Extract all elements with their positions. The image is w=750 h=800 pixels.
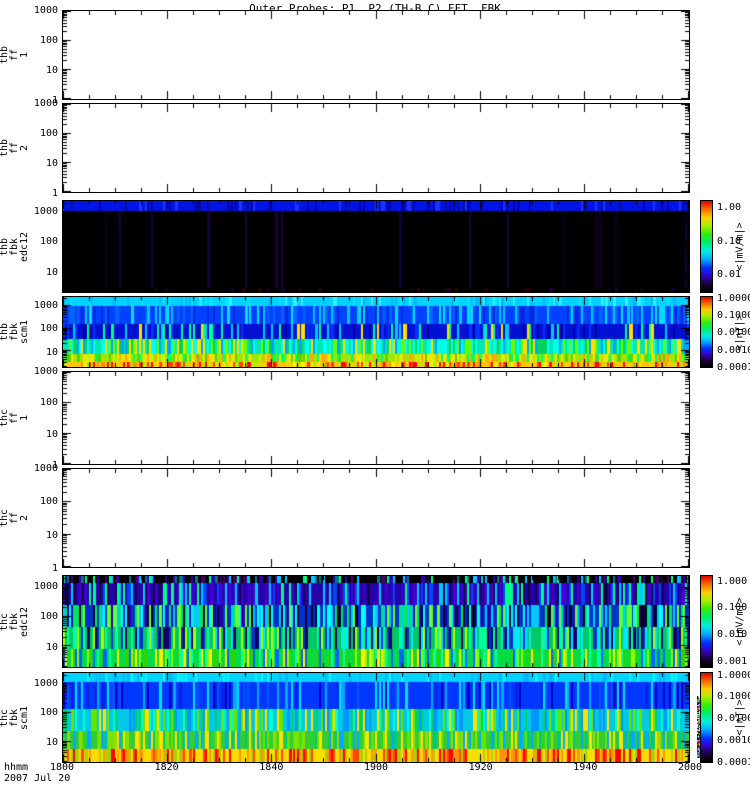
panel-canvas-thc_ff_2	[63, 469, 689, 567]
y-tick-label: 100	[39, 323, 58, 335]
y-tick-label: 100	[39, 707, 58, 719]
y-tick-label: 10	[45, 737, 58, 749]
y-tick-label: 1	[51, 188, 58, 199]
spectrogram-figure: Outer Probes: P1, P2 (TH-B,C) FFT, FBK h…	[0, 0, 750, 800]
colorbar-unit-thc_fbk_edc12: <|mV/m|>	[731, 575, 749, 668]
colorbar-unit-text: <|mV/m|>	[734, 222, 746, 271]
y-tick-label: 1000	[33, 677, 58, 689]
panel-label-thb_ff_1: thb ff 1	[0, 10, 30, 100]
colorbar-unit-text: <|nT|>	[734, 699, 746, 736]
x-axis-date-label: 2007 Jul 20	[4, 773, 71, 784]
x-tick-label: 1940	[573, 762, 598, 773]
panel-plot-thb_fbk_edc12	[62, 200, 690, 293]
y-tick-label: 100	[39, 496, 58, 508]
panel-canvas-thb_ff_1	[63, 11, 689, 99]
panel-canvas-thc_fbk_edc12	[63, 576, 689, 667]
y-tick-label: 10	[45, 428, 58, 440]
y-tick-label: 10	[45, 65, 58, 76]
panel-plot-thc_ff_1	[62, 371, 690, 465]
colorbar-unit-text: <|mV/m|>	[734, 597, 746, 646]
panel-canvas-thb_fbk_scm1	[63, 297, 689, 367]
panel-canvas-thc_fbk_scm1	[63, 673, 689, 762]
y-tick-label: 1000	[33, 580, 58, 592]
y-tick-label: 10	[45, 529, 58, 541]
colorbar-thc_fbk_scm1	[700, 672, 713, 763]
y-tick-label: 100	[39, 35, 58, 46]
y-tick-label: 100	[39, 397, 58, 409]
y-tick-label: 1000	[33, 366, 58, 377]
y-tick-label: 1000	[33, 98, 58, 109]
panel-plot-thc_ff_2	[62, 468, 690, 568]
panel-plot-thb_ff_2	[62, 103, 690, 193]
y-tick-label: 1000	[33, 5, 58, 16]
colorbar-thb_fbk_edc12	[700, 200, 713, 293]
y-tick-label: 10	[45, 266, 58, 278]
y-tick-label: 100	[39, 128, 58, 139]
colorbar-unit-thb_fbk_edc12: <|mV/m|>	[731, 200, 749, 293]
y-tick-label: 10	[45, 158, 58, 169]
panel-plot-thc_fbk_scm1	[62, 672, 690, 763]
panel-plot-thc_fbk_edc12	[62, 575, 690, 668]
colorbar-unit-text: <|nT|>	[734, 313, 746, 351]
y-tick-label: 10	[45, 346, 58, 358]
panel-label-thb_ff_2: thb ff 2	[0, 103, 30, 193]
y-tick-label: 10	[45, 641, 58, 653]
x-axis-unit-label: hhmm	[4, 762, 29, 773]
panel-label-text: thb ff 1	[0, 45, 30, 65]
panel-label-text: thc ff 1	[0, 408, 30, 428]
x-tick-label: 1840	[259, 762, 284, 773]
x-tick-label: 2000	[677, 762, 703, 773]
colorbar-thb_fbk_scm1	[700, 296, 713, 368]
panel-plot-thb_ff_1	[62, 10, 690, 100]
x-tick-label: 1900	[363, 762, 389, 773]
x-tick-label: 1800	[49, 762, 75, 773]
x-tick-label: 1820	[154, 762, 179, 773]
x-tick-label: 1920	[468, 762, 493, 773]
y-tick-label: 1000	[33, 463, 58, 474]
y-tick-label: 1000	[33, 205, 58, 217]
panel-canvas-thb_ff_2	[63, 104, 689, 192]
y-tick-label: 1000	[33, 299, 58, 311]
colorbar-thc_fbk_edc12	[700, 575, 713, 668]
colorbar-unit-thc_fbk_scm1: <|nT|>	[731, 672, 749, 763]
y-tick-label: 100	[39, 236, 58, 248]
panel-canvas-thc_ff_1	[63, 372, 689, 464]
colorbar-unit-thb_fbk_scm1: <|nT|>	[731, 296, 749, 368]
panel-label-text: thb ff 2	[0, 138, 30, 158]
y-tick-label: 1	[51, 563, 58, 574]
y-tick-label: 100	[39, 611, 58, 623]
panel-canvas-thb_fbk_edc12	[63, 201, 689, 292]
panel-label-thc_ff_2: thc ff 2	[0, 468, 30, 568]
panel-label-text: thc ff 2	[0, 508, 30, 528]
panel-plot-thb_fbk_scm1	[62, 296, 690, 368]
panel-label-thc_ff_1: thc ff 1	[0, 371, 30, 465]
